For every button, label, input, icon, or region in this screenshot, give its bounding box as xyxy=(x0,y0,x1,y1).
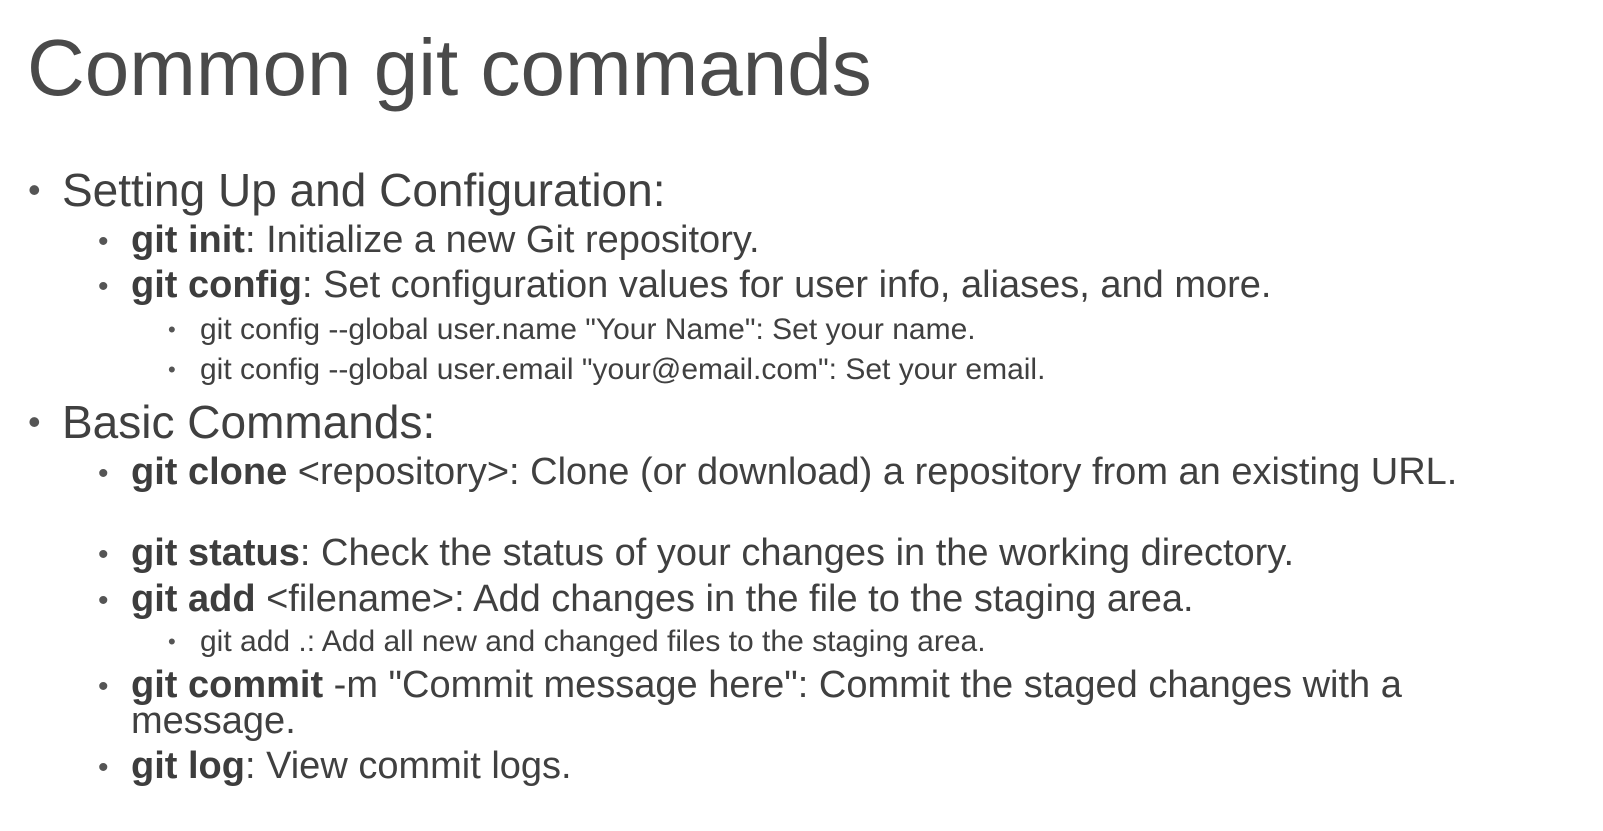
command-name: git log xyxy=(131,745,245,787)
list-item-git-config: git config: Set configuration values for… xyxy=(131,264,1551,306)
command-name: git add xyxy=(131,578,256,620)
list-item-git-clone: git clone <repository>: Clone (or downlo… xyxy=(131,451,1551,493)
bullet-icon: • xyxy=(98,751,109,784)
command-name: git status xyxy=(131,532,300,574)
list-item-git-init: git init: Initialize a new Git repositor… xyxy=(131,219,1551,261)
bullet-icon: • xyxy=(98,584,109,617)
list-item-git-commit: git commit -m "Commit message here": Com… xyxy=(131,666,1551,740)
slide-title: Common git commands xyxy=(27,23,872,112)
bullet-icon: • xyxy=(28,401,41,442)
section-heading: Basic Commands: xyxy=(62,396,436,448)
command-description: <filename>: Add changes in the file to t… xyxy=(255,578,1194,620)
command-description: : View commit logs. xyxy=(244,745,572,787)
bullet-icon: • xyxy=(98,270,109,303)
bullet-icon: • xyxy=(98,538,109,571)
bullet-icon: • xyxy=(98,457,109,490)
command-name: git init xyxy=(131,219,245,261)
slide: Common git commands • Setting Up and Con… xyxy=(0,0,1603,831)
bullet-icon: • xyxy=(168,629,176,654)
bullet-icon: • xyxy=(98,225,109,258)
command-description: <repository>: Clone (or download) a repo… xyxy=(287,451,1458,493)
bullet-icon: • xyxy=(168,357,176,382)
command-description: : Initialize a new Git repository. xyxy=(244,219,760,261)
bullet-icon: • xyxy=(28,169,41,210)
bullet-icon: • xyxy=(98,670,109,703)
section-heading: Setting Up and Configuration: xyxy=(62,164,666,216)
list-item-git-status: git status: Check the status of your cha… xyxy=(131,532,1551,574)
sub-item-add-all: git add .: Add all new and changed files… xyxy=(200,625,986,658)
list-item-git-log: git log: View commit logs. xyxy=(131,745,1551,787)
bullet-icon: • xyxy=(168,317,176,342)
command-name: git clone xyxy=(131,451,288,493)
sub-item-config-name: git config --global user.name "Your Name… xyxy=(200,313,976,346)
command-description: : Check the status of your changes in th… xyxy=(299,532,1295,574)
list-item-git-add: git add <filename>: Add changes in the f… xyxy=(131,578,1551,620)
command-description: : Set configuration values for user info… xyxy=(301,264,1272,306)
command-name: git config xyxy=(131,264,302,306)
sub-item-config-email: git config --global user.email "your@ema… xyxy=(200,353,1046,386)
